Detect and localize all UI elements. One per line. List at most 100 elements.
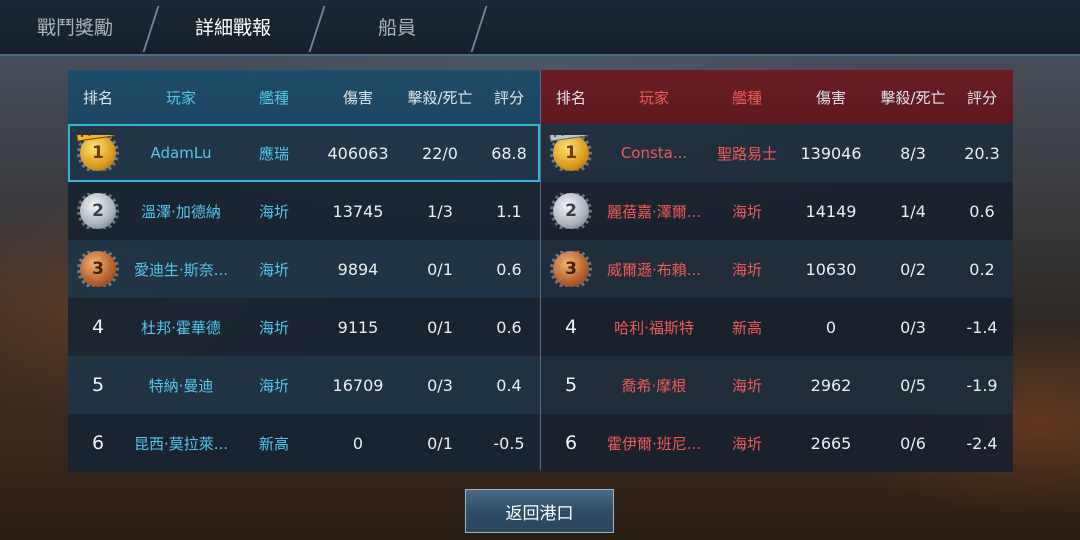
damage-value: 0 <box>352 433 364 453</box>
header-player: 玩家 <box>165 88 196 107</box>
score-value: -1.4 <box>966 317 998 337</box>
rank-cell: 4 <box>541 316 601 338</box>
table-row[interactable]: 5 特納·曼迪 海圻 16709 0/3 0.4 <box>68 356 540 414</box>
header-ship: 艦種 <box>731 88 762 107</box>
table-row[interactable]: 3 威爾遜·布賴... 海圻 10630 0/2 0.2 <box>541 240 1013 298</box>
rank-cell: 3 <box>541 251 601 287</box>
kill-death-value: 0/1 <box>427 433 453 453</box>
score-value: 0.4 <box>496 375 522 395</box>
team-right-table: 排名 玩家 艦種 傷害 擊殺/死亡 評分 1MVPConsta...聖路易士13… <box>541 70 1013 472</box>
score-value: 0.6 <box>969 201 995 221</box>
player-name[interactable]: AdamLu <box>128 144 234 162</box>
silver-medal-icon: 2 <box>77 193 119 229</box>
rank-number: 6 <box>91 432 105 454</box>
return-to-port-button[interactable]: 返回港口 <box>465 489 614 533</box>
rank-number: 4 <box>564 316 578 338</box>
player-name[interactable]: 特納·曼迪 <box>128 375 234 396</box>
player-name[interactable]: 麗蓓嘉·澤爾... <box>601 201 707 222</box>
table-row[interactable]: 2 溫澤·加德納 海圻 13745 1/3 1.1 <box>68 182 540 240</box>
player-name[interactable]: Consta... <box>601 144 707 162</box>
score-value: 68.8 <box>491 143 527 163</box>
damage-value: 0 <box>825 317 837 337</box>
damage-value: 9115 <box>337 317 379 337</box>
score-value: -2.4 <box>966 433 998 453</box>
kill-death-value: 1/3 <box>427 201 453 221</box>
table-row[interactable]: 3 愛迪生·斯奈... 海圻 9894 0/1 0.6 <box>68 240 540 298</box>
gold-medal-icon: 1MVP <box>75 135 119 171</box>
table-row[interactable]: 4 哈利·福斯特 新高 0 0/3 -1.4 <box>541 298 1013 356</box>
score-value: 20.3 <box>964 143 1000 163</box>
mvp-badge: MVP <box>548 135 588 142</box>
ship-type: 海圻 <box>731 260 762 279</box>
kill-death-value: 0/3 <box>427 375 453 395</box>
rank-number: 5 <box>91 374 105 396</box>
player-name[interactable]: 哈利·福斯特 <box>601 317 707 338</box>
table-row[interactable]: 1MVP AdamLu 應瑞 406063 22/0 68.8 <box>68 124 540 182</box>
ship-type: 海圻 <box>731 434 762 453</box>
damage-value: 10630 <box>805 259 857 279</box>
rank-number: 5 <box>564 374 578 396</box>
rank-cell: 4 <box>68 316 128 338</box>
score-value: 0.6 <box>496 317 522 337</box>
ship-type: 海圻 <box>258 318 289 337</box>
table-row[interactable]: 6 霍伊爾·班尼... 海圻 2665 0/6 -2.4 <box>541 414 1013 472</box>
rank-cell: 6 <box>541 432 601 454</box>
bronze-medal-icon: 3 <box>550 251 592 287</box>
kill-death-value: 0/3 <box>900 317 926 337</box>
ship-type: 聖路易士 <box>716 144 777 163</box>
header-damage: 傷害 <box>342 88 373 107</box>
table-row[interactable]: 2 麗蓓嘉·澤爾... 海圻 14149 1/4 0.6 <box>541 182 1013 240</box>
rank-number: 3 <box>92 259 104 279</box>
player-name[interactable]: 昆西·莫拉萊... <box>128 433 234 454</box>
header-kd: 擊殺/死亡 <box>407 88 473 107</box>
score-value: 0.6 <box>496 259 522 279</box>
rank-number: 3 <box>565 259 577 279</box>
tab-detailed-report[interactable]: 詳細戰報 <box>158 0 308 56</box>
player-name[interactable]: 愛迪生·斯奈... <box>128 259 234 280</box>
ship-type: 應瑞 <box>258 144 289 163</box>
damage-value: 406063 <box>327 143 389 163</box>
rank-cell: 1MVP <box>541 135 601 171</box>
kill-death-value: 0/2 <box>900 259 926 279</box>
ship-type: 海圻 <box>731 202 762 221</box>
bronze-medal-icon: 3 <box>77 251 119 287</box>
tab-crew[interactable]: 船員 <box>322 0 472 56</box>
rank-number: 4 <box>91 316 105 338</box>
table-header: 排名 玩家 艦種 傷害 擊殺/死亡 評分 <box>541 70 1013 124</box>
table-row[interactable]: 1MVP Consta... 聖路易士 139046 8/3 20.3 <box>541 124 1013 182</box>
damage-value: 14149 <box>805 201 857 221</box>
rank-cell: 5 <box>68 374 128 396</box>
table-row[interactable]: 5 喬希·摩根 海圻 2962 0/5 -1.9 <box>541 356 1013 414</box>
player-name[interactable]: 喬希·摩根 <box>601 375 707 396</box>
rank-number: 2 <box>565 201 577 221</box>
score-value: -0.5 <box>493 433 525 453</box>
kill-death-value: 0/5 <box>900 375 926 395</box>
table-row[interactable]: 4 杜邦·霍華德 海圻 9115 0/1 0.6 <box>68 298 540 356</box>
header-rank: 排名 <box>555 88 586 107</box>
rank-cell: 6 <box>68 432 128 454</box>
ship-type: 海圻 <box>258 202 289 221</box>
player-name[interactable]: 溫澤·加德納 <box>128 201 234 222</box>
player-name[interactable]: 杜邦·霍華德 <box>128 317 234 338</box>
rank-cell: 2 <box>541 193 601 229</box>
table-header: 排名 玩家 艦種 傷害 擊殺/死亡 評分 <box>68 70 540 124</box>
ship-type: 新高 <box>731 318 762 337</box>
damage-value: 9894 <box>337 259 379 279</box>
header-score: 評分 <box>966 88 997 107</box>
damage-value: 2962 <box>810 375 852 395</box>
rank-number: 1 <box>565 143 577 163</box>
tab-bar: 戰鬥獎勵 詳細戰報 船員 <box>0 0 1080 56</box>
ship-type: 新高 <box>258 434 289 453</box>
gold-medal-icon: 1MVP <box>548 135 592 171</box>
tab-battle-rewards[interactable]: 戰鬥獎勵 <box>0 0 150 56</box>
tab-separator <box>470 6 488 52</box>
kill-death-value: 0/1 <box>427 259 453 279</box>
player-name[interactable]: 霍伊爾·班尼... <box>601 433 707 454</box>
rank-number: 6 <box>564 432 578 454</box>
table-row[interactable]: 6 昆西·莫拉萊... 新高 0 0/1 -0.5 <box>68 414 540 472</box>
silver-medal-icon: 2 <box>550 193 592 229</box>
damage-value: 139046 <box>800 143 862 163</box>
rank-cell: 1MVP <box>68 135 128 171</box>
header-score: 評分 <box>493 88 524 107</box>
player-name[interactable]: 威爾遜·布賴... <box>601 259 707 280</box>
